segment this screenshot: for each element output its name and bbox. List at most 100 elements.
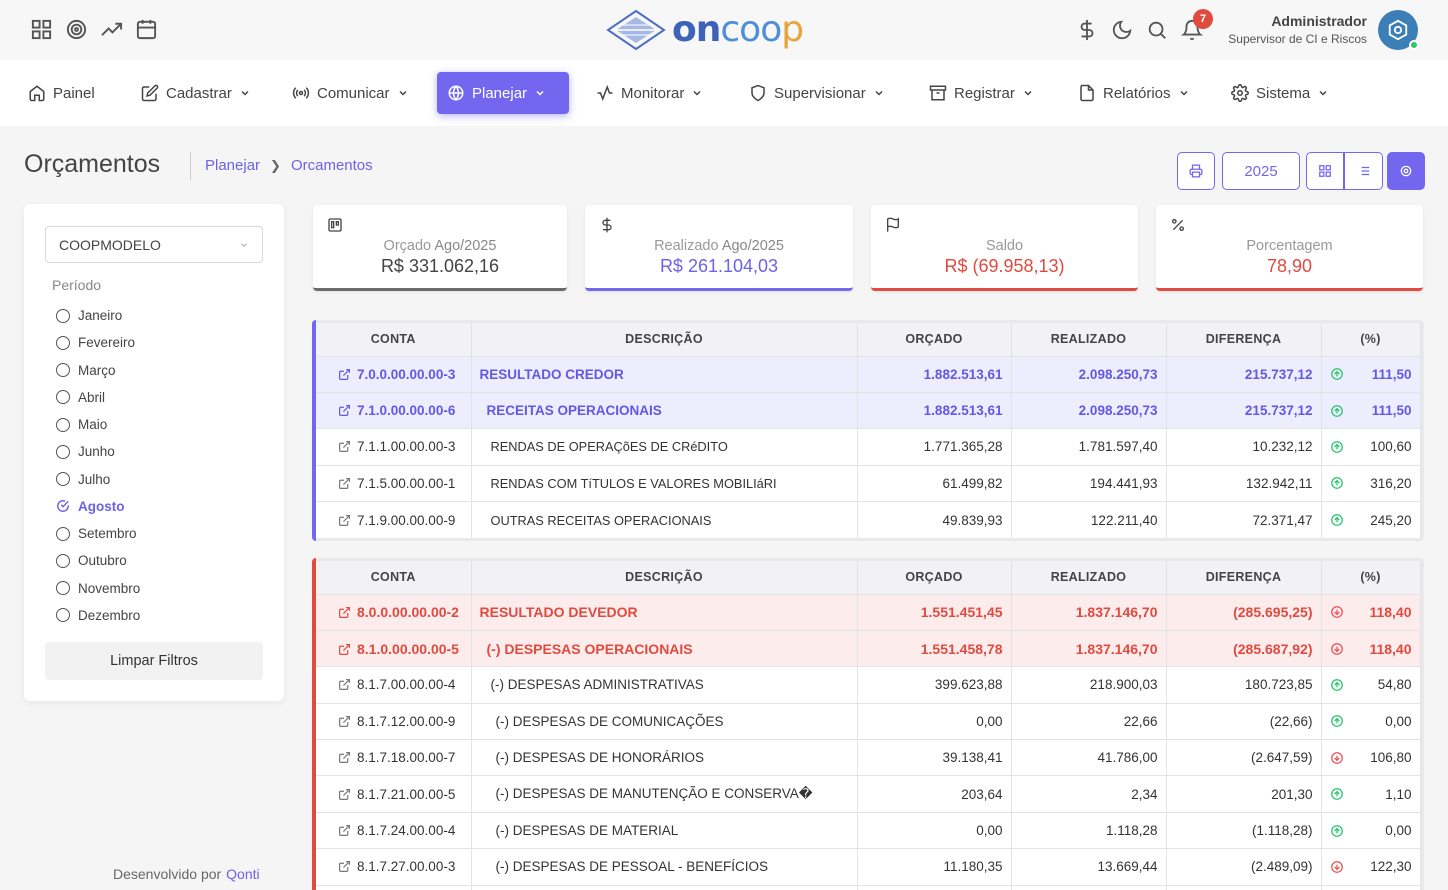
nav-planejar[interactable]: Planejar: [437, 72, 569, 114]
trending-up-icon[interactable]: [100, 18, 123, 41]
table-row[interactable]: 8.1.7.24.00.00-4 (-) DESPESAS DE MATERIAL…: [316, 811, 1421, 849]
cell-conta[interactable]: 8.0.0.00.00.00-2: [316, 593, 472, 631]
cell-conta[interactable]: 7.0.0.00.00.00-3: [316, 355, 472, 393]
month-option[interactable]: Março: [56, 357, 140, 384]
external-link-icon[interactable]: [338, 643, 351, 656]
calendar-icon[interactable]: [135, 18, 158, 41]
external-link-icon[interactable]: [338, 860, 351, 873]
user-info[interactable]: Administrador Supervisor de CI e Riscos: [1228, 12, 1367, 48]
col-orcado[interactable]: ORÇADO: [857, 561, 1012, 594]
avatar[interactable]: [1378, 10, 1419, 50]
month-option[interactable]: Outubro: [56, 547, 140, 574]
external-link-icon[interactable]: [338, 606, 351, 619]
list-view-button[interactable]: [1344, 152, 1383, 190]
breadcrumb-parent[interactable]: Planejar: [205, 157, 260, 174]
table-row[interactable]: 7.0.0.00.00.00-3 RESULTADO CREDOR 1.882.51…: [316, 355, 1421, 393]
external-link-icon[interactable]: [338, 824, 351, 837]
moon-icon[interactable]: [1111, 19, 1133, 41]
col-pct[interactable]: (%): [1321, 323, 1421, 356]
table-row[interactable]: 8.1.7.18.00.00-7 (-) DESPESAS DE HONORÁRI…: [316, 739, 1421, 776]
external-link-icon[interactable]: [338, 440, 351, 453]
grid-icon[interactable]: [30, 18, 53, 41]
table-row[interactable]: 7.1.9.00.00.00-9 OUTRAS RECEITAS OPERACIO…: [316, 501, 1421, 538]
target-icon[interactable]: [65, 18, 88, 41]
nav-relatorios[interactable]: Relatórios: [1068, 72, 1200, 114]
settings-button[interactable]: [1387, 152, 1425, 190]
table-row[interactable]: 8.0.0.00.00.00-2 RESULTADO DEVEDOR 1.551.4…: [316, 593, 1421, 631]
col-conta[interactable]: CONTA: [316, 561, 472, 594]
nav-comunicar[interactable]: Comunicar: [282, 72, 419, 114]
dev-link[interactable]: Qonti: [226, 866, 259, 882]
nav-monitorar[interactable]: Monitorar: [586, 72, 713, 114]
cell-conta[interactable]: 7.1.1.00.00.00-3: [316, 428, 472, 466]
external-link-icon[interactable]: [338, 368, 351, 381]
external-link-icon[interactable]: [338, 477, 351, 490]
breadcrumb-current[interactable]: Orcamentos: [291, 157, 373, 174]
col-diferenca[interactable]: DIFERENÇA: [1166, 561, 1322, 594]
cell-diferenca: [1166, 884, 1322, 890]
month-option[interactable]: Fevereiro: [56, 329, 140, 356]
cell-diferenca: 215.737,12: [1166, 355, 1322, 393]
grid-view-button[interactable]: [1306, 152, 1344, 190]
cell-conta[interactable]: 7.1.5.00.00.00-1: [316, 464, 472, 502]
dollar-icon[interactable]: [1076, 19, 1098, 41]
table-row[interactable]: 8.1.7.00.00.00-4 (-) DESPESAS ADMINISTRAT…: [316, 666, 1421, 704]
external-link-icon[interactable]: [338, 678, 351, 691]
table-row[interactable]: 8.1.7.12.00.00-9 (-) DESPESAS DE COMUNICA…: [316, 702, 1421, 740]
cell-conta[interactable]: [316, 884, 472, 890]
table-row[interactable]: 8.1.7.27.00.00-3 (-) DESPESAS DE PESSOAL …: [316, 848, 1421, 886]
notifications-button[interactable]: 7: [1180, 9, 1213, 41]
col-descricao[interactable]: DESCRIÇÃO: [471, 323, 858, 356]
cell-conta[interactable]: 8.1.7.18.00.00-7: [316, 739, 472, 776]
main-nav: Painel Cadastrar Comunicar Planejar Moni…: [0, 60, 1448, 126]
cell-conta[interactable]: 7.1.0.00.00.00-6: [316, 391, 472, 429]
cooperative-select[interactable]: COOPMODELO: [45, 226, 263, 263]
cell-conta[interactable]: 8.1.7.24.00.00-4: [316, 811, 472, 849]
cell-conta[interactable]: 8.1.7.00.00.00-4: [316, 666, 472, 704]
external-link-icon[interactable]: [338, 514, 351, 527]
external-link-icon[interactable]: [338, 404, 351, 417]
cell-diferenca: 10.232,12: [1166, 428, 1322, 466]
month-option[interactable]: Maio: [56, 411, 140, 438]
nav-painel[interactable]: Painel: [18, 72, 105, 114]
cell-conta[interactable]: 8.1.0.00.00.00-5: [316, 629, 472, 667]
table-row[interactable]: 7.1.5.00.00.00-1 RENDAS COM TíTULOS E VAL…: [316, 464, 1421, 502]
col-pct[interactable]: (%): [1321, 561, 1421, 594]
nav-sistema[interactable]: Sistema: [1221, 72, 1339, 114]
month-option[interactable]: Janeiro: [56, 302, 140, 329]
col-orcado[interactable]: ORÇADO: [857, 323, 1012, 356]
month-option[interactable]: Agosto: [56, 493, 140, 520]
nav-supervisionar[interactable]: Supervisionar: [739, 72, 895, 114]
search-icon[interactable]: [1146, 19, 1168, 41]
cell-conta[interactable]: 8.1.7.27.00.00-3: [316, 848, 472, 886]
table-row[interactable]: 7.1.1.00.00.00-3 RENDAS DE OPERAÇõES DE C…: [316, 428, 1421, 466]
nav-registrar[interactable]: Registrar: [919, 72, 1044, 114]
external-link-icon[interactable]: [338, 788, 351, 801]
col-descricao[interactable]: DESCRIÇÃO: [471, 561, 858, 594]
print-button[interactable]: [1177, 152, 1215, 190]
clear-filters-button[interactable]: Limpar Filtros: [45, 642, 263, 680]
month-option[interactable]: Julho: [56, 466, 140, 493]
month-option[interactable]: Novembro: [56, 575, 140, 602]
table-row[interactable]: 7.1.0.00.00.00-6 RECEITAS OPERACIONAIS 1.8…: [316, 391, 1421, 429]
month-option[interactable]: Abril: [56, 384, 140, 411]
table-row[interactable]: 8.1.7.21.00.00-5 (-) DESPESAS DE MANUTENÇ…: [316, 775, 1421, 813]
cell-conta[interactable]: 7.1.9.00.00.00-9: [316, 501, 472, 538]
oncoop-logo[interactable]: oncoop: [606, 8, 804, 52]
cell-conta[interactable]: 8.1.7.12.00.00-9: [316, 702, 472, 740]
month-option[interactable]: Setembro: [56, 520, 140, 547]
col-realizado[interactable]: REALIZADO: [1011, 323, 1167, 356]
external-link-icon[interactable]: [338, 715, 351, 728]
cell-conta[interactable]: 8.1.7.21.00.00-5: [316, 775, 472, 813]
col-diferenca[interactable]: DIFERENÇA: [1166, 323, 1322, 356]
table-row[interactable]: 8.1.0.00.00.00-5 (-) DESPESAS OPERACIONAI…: [316, 629, 1421, 667]
year-selector[interactable]: 2025: [1222, 152, 1300, 190]
col-conta[interactable]: CONTA: [316, 323, 472, 356]
nav-cadastrar[interactable]: Cadastrar: [131, 72, 261, 114]
table-row[interactable]: [316, 884, 1421, 890]
external-link-icon[interactable]: [338, 751, 351, 764]
cell-orcado: 1.882.513,61: [857, 355, 1012, 393]
col-realizado[interactable]: REALIZADO: [1011, 561, 1167, 594]
month-option[interactable]: Junho: [56, 438, 140, 465]
month-option[interactable]: Dezembro: [56, 602, 140, 629]
